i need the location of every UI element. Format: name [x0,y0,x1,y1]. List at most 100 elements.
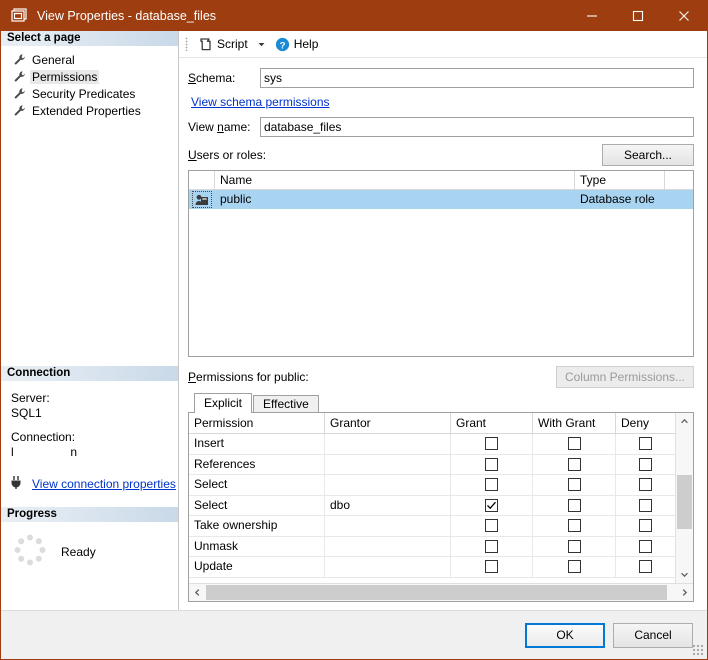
users-col-type: Type [575,171,665,189]
permissions-vertical-scrollbar[interactable] [675,413,693,583]
view-schema-permissions-link[interactable]: View schema permissions [191,95,330,109]
grant-checkbox[interactable] [485,478,498,492]
permissions-panel: Permission Grantor Grant With Grant Deny… [188,412,694,602]
progress-spinner-icon [13,533,47,570]
help-icon: ? [275,37,289,51]
table-row[interactable]: Unmask [189,536,675,557]
cell-deny [616,557,675,577]
sidebar-item-permissions[interactable]: Permissions [1,68,178,85]
deny-checkbox[interactable] [639,539,652,553]
close-button[interactable] [661,1,707,31]
users-col-name: Name [215,171,575,189]
cell-permission: Select [189,475,325,495]
scroll-down-button[interactable] [676,566,693,583]
row-end [665,190,693,209]
cell-with-grant [533,475,616,495]
view-name-input[interactable] [260,117,694,137]
server-label: Server: [11,391,50,405]
checkmark-icon [487,501,496,509]
with-grant-checkbox[interactable] [567,457,581,471]
row-icon-cell [189,190,215,209]
script-button[interactable]: Script [194,33,252,55]
grant-checkbox[interactable] [485,560,498,574]
wrench-icon [13,87,26,100]
users-or-roles-grid[interactable]: Name Type public Database role [188,170,694,357]
deny-checkbox[interactable] [639,478,652,492]
cell-grantor [325,475,451,495]
with-grant-checkbox[interactable] [567,519,581,533]
sidebar-item-label: Permissions [30,69,100,84]
cell-with-grant [533,434,616,454]
horizontal-scroll-track[interactable] [206,584,676,601]
connection-label: Connection: [11,430,76,444]
sidebar-item-extended-properties[interactable]: Extended Properties [1,102,178,119]
permissions-horizontal-scrollbar[interactable] [189,583,693,601]
table-row[interactable]: Insert [189,434,675,455]
sidebar-item-label: General [32,52,75,67]
with-grant-checkbox[interactable] [567,498,581,512]
grant-checkbox[interactable] [485,498,498,512]
cell-grantor [325,454,451,474]
dialog-body: Select a page General Permissions Securi… [1,31,707,610]
with-grant-checkbox[interactable] [567,478,581,492]
script-dropdown-button[interactable] [252,40,271,49]
minimize-button[interactable] [569,1,615,31]
table-row[interactable]: Update [189,557,675,578]
deny-checkbox[interactable] [639,519,652,533]
sidebar-item-security-predicates[interactable]: Security Predicates [1,85,178,102]
maximize-button[interactable] [615,1,661,31]
col-permission: Permission [189,413,325,433]
sidebar-item-general[interactable]: General [1,51,178,68]
with-grant-checkbox[interactable] [567,560,581,574]
cell-permission: Update [189,557,325,577]
sidebar-item-label: Security Predicates [32,86,136,101]
cell-deny [616,455,675,475]
view-name-row: View name: [188,117,694,137]
search-button[interactable]: Search... [602,144,694,166]
deny-checkbox[interactable] [639,437,652,451]
title-bar: View Properties - database_files [1,1,707,31]
with-grant-checkbox[interactable] [567,539,581,553]
ok-button[interactable]: OK [525,622,605,648]
table-row[interactable]: References [189,454,675,475]
scroll-left-button[interactable] [189,584,206,601]
table-row[interactable]: Select dbo [189,495,675,516]
schema-label: Schema: [188,71,236,85]
progress-body: Ready [1,523,178,570]
table-row[interactable]: public Database role [189,190,693,209]
tab-explicit[interactable]: Explicit [194,393,253,413]
deny-checkbox[interactable] [639,457,652,471]
cancel-button[interactable]: Cancel [613,622,693,648]
deny-checkbox[interactable] [639,560,652,574]
view-connection-properties-link[interactable]: View connection properties [32,477,176,491]
col-grant: Grant [451,413,533,433]
scroll-up-button[interactable] [676,413,693,430]
table-row[interactable]: Select [189,475,675,496]
scroll-right-button[interactable] [676,584,693,601]
grant-checkbox[interactable] [485,457,498,471]
permissions-for-label: Permissions for public: [188,370,309,384]
permissions-tabs: Explicit Effective [188,393,694,413]
cell-grant [451,495,533,515]
tab-effective[interactable]: Effective [253,395,319,413]
grant-checkbox[interactable] [485,519,498,533]
cell-permission: Insert [189,434,325,454]
grant-checkbox[interactable] [485,437,498,451]
column-permissions-button[interactable]: Column Permissions... [555,366,694,388]
help-label: Help [293,37,319,51]
help-button[interactable]: ? Help [271,33,323,55]
chevron-left-icon [194,589,200,596]
horizontal-scroll-thumb[interactable] [206,585,667,600]
grant-checkbox[interactable] [485,539,498,553]
with-grant-checkbox[interactable] [567,437,581,451]
users-or-roles-label: Users or roles: [188,148,267,162]
right-pane: Script ? Help Schema: sys View schema pe… [179,31,707,610]
deny-checkbox[interactable] [639,498,652,512]
vertical-scroll-track[interactable] [676,430,693,566]
table-row[interactable]: Take ownership [189,516,675,537]
vertical-scroll-thumb[interactable] [677,474,692,530]
cell-deny [616,496,675,516]
resize-grip[interactable] [693,645,704,656]
schema-input[interactable] [260,68,694,88]
view-connection-properties-row[interactable]: View connection properties [1,468,178,493]
